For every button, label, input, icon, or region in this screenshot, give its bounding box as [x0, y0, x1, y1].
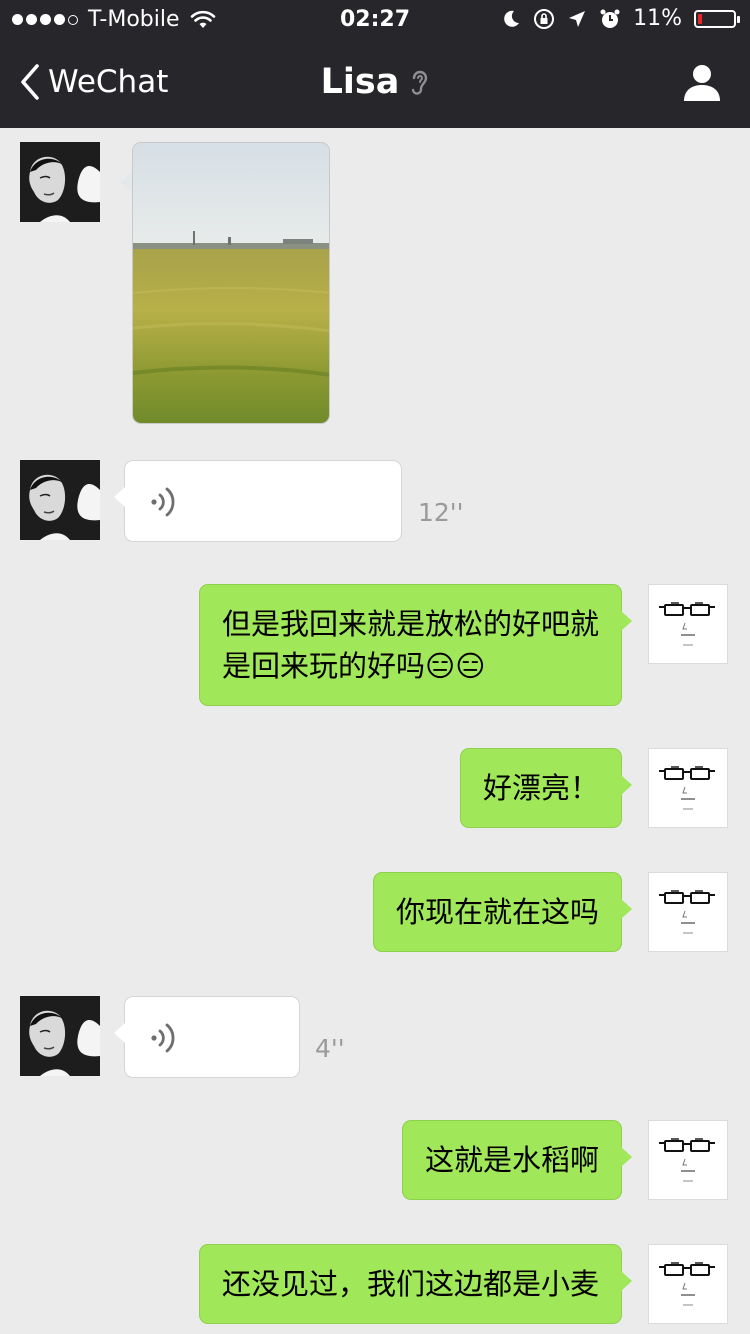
message-text: 这就是水稻啊: [424, 1143, 599, 1177]
message-row: 还没见过，我们这边都是小麦: [0, 1244, 750, 1326]
message-text-line: 但是我回来就是放松的好吧就: [221, 607, 599, 641]
message-row: 12'': [0, 460, 750, 542]
contact-avatar[interactable]: [20, 142, 100, 222]
my-avatar[interactable]: [648, 1244, 728, 1324]
message-row: [0, 142, 750, 442]
top-bar: T-Mobile 02:27 11% WeChat Lisa: [0, 0, 750, 128]
battery-icon: [694, 9, 740, 28]
message-text: 还没见过，我们这边都是小麦: [221, 1267, 599, 1301]
voice-wave-icon: [151, 487, 175, 517]
message-text: 好漂亮！: [482, 771, 599, 805]
message-text-line: 是回来玩的好吗😑😑: [221, 649, 486, 683]
location-arrow-icon: [569, 10, 586, 27]
battery-percent: 11%: [633, 6, 682, 31]
earpiece-mode-icon: [412, 70, 428, 95]
message-text: 你现在就在这吗: [395, 895, 599, 929]
battery-level-fill: [698, 13, 702, 24]
voice-message-bubble[interactable]: [114, 996, 300, 1078]
outgoing-text-bubble[interactable]: 还没见过，我们这边都是小麦: [198, 1244, 633, 1324]
message-row: 这就是水稻啊: [0, 1120, 750, 1202]
moon-icon: [504, 10, 520, 27]
message-row: 好漂亮！: [0, 748, 750, 830]
my-avatar[interactable]: [648, 872, 728, 952]
voice-duration: 12'': [418, 498, 464, 527]
outgoing-text-bubble[interactable]: 这就是水稻啊: [401, 1120, 633, 1200]
message-row: 你现在就在这吗: [0, 872, 750, 954]
chat-info-button[interactable]: [682, 64, 722, 106]
my-avatar[interactable]: [648, 1120, 728, 1200]
voice-wave-icon: [151, 1023, 175, 1053]
my-avatar[interactable]: [648, 584, 728, 664]
message-row: 4'': [0, 996, 750, 1078]
status-bar: T-Mobile 02:27 11%: [0, 0, 750, 40]
chat-title: Lisa: [320, 62, 400, 102]
photo-message[interactable]: [132, 142, 330, 424]
outgoing-text-bubble[interactable]: 你现在就在这吗: [372, 872, 633, 952]
my-avatar[interactable]: [648, 748, 728, 828]
rice-field-photo: [133, 143, 329, 423]
outgoing-text-bubble[interactable]: 好漂亮！: [459, 748, 633, 828]
voice-message-bubble[interactable]: [114, 460, 402, 542]
voice-duration: 4'': [315, 1034, 345, 1063]
person-icon: [684, 65, 720, 101]
contact-avatar[interactable]: [20, 996, 100, 1076]
navigation-bar: WeChat Lisa: [0, 40, 750, 128]
outgoing-text-bubble[interactable]: 但是我回来就是放松的好吧就 是回来玩的好吗😑😑: [198, 584, 633, 706]
message-row: 但是我回来就是放松的好吧就 是回来玩的好吗😑😑: [0, 584, 750, 706]
message-list[interactable]: 12'' 但是我回来就是放松的好吧就 是回来玩的好吗😑😑 好漂亮！ 你现在就在这…: [0, 128, 750, 1334]
rotation-lock-icon: [534, 8, 555, 29]
alarm-icon: [600, 9, 620, 28]
contact-avatar[interactable]: [20, 460, 100, 540]
